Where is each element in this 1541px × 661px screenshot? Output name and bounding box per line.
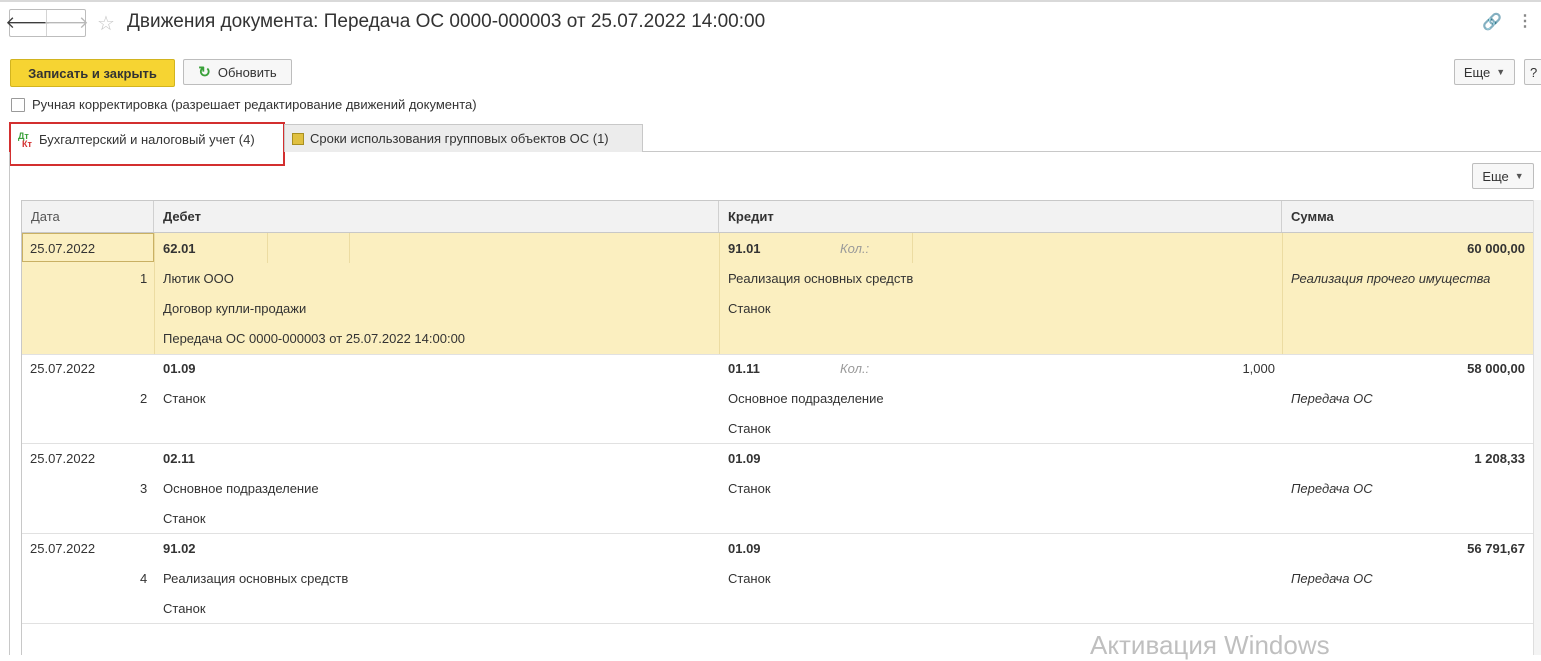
credit-subconto: Реализация основных средств [728,271,914,286]
credit-qty-label: Кол.: [840,241,870,256]
debit-account: 62.01 [163,241,196,256]
vertical-scrollbar[interactable] [1533,200,1541,655]
column-divider [154,233,155,354]
column-header-credit[interactable]: Кредит [719,201,1282,232]
help-button[interactable]: ? [1524,59,1541,85]
more-label: Еще [1463,64,1491,80]
date-cell: 25.07.2022 [30,541,96,556]
window-top-border [0,0,1541,2]
table-more-label: Еще [1482,168,1509,184]
row-number: 4 [140,571,148,586]
content-text: Передача ОС [1291,571,1373,586]
credit-account: 01.09 [728,451,761,466]
debit-account: 01.09 [163,361,196,376]
debit-subconto: Реализация основных средств [163,571,349,586]
credit-subconto: Станок [728,421,771,436]
debit-subconto: Станок [163,511,206,526]
credit-subconto: Станок [728,571,771,586]
column-header-date[interactable]: Дата [22,201,154,232]
panel-border [9,152,10,655]
column-header-debit[interactable]: Дебет [154,201,719,232]
link-icon[interactable]: 🔗 [1482,12,1502,32]
subcell-divider [267,233,268,263]
sum-value: 60 000,00 [1467,241,1525,256]
table-row[interactable]: 25.07.2022 4 91.02 Реализация основных с… [22,534,1533,624]
content-text: Передача ОС [1291,391,1373,406]
credit-subconto: Основное подразделение [728,391,884,406]
credit-subconto: Станок [728,301,771,316]
chevron-down-icon: ▼ [1496,67,1506,77]
debit-subconto: Лютик ООО [163,271,234,286]
column-header-sum[interactable]: Сумма [1282,201,1533,232]
debit-subconto: Передача ОС 0000-000003 от 25.07.2022 14… [163,331,466,346]
back-button[interactable]: 🡐 [5,10,51,36]
sum-value: 56 791,67 [1467,541,1525,556]
manual-edit-label[interactable]: Ручная корректировка (разрешает редактир… [32,97,477,112]
tab-accounting-label: Бухгалтерский и налоговый учет (4) [39,132,255,147]
tab-group-fixed-assets-label: Сроки использования групповых объектов О… [310,131,609,146]
window-title: Движения документа: Передача ОС 0000-000… [127,11,766,32]
content-text: Передача ОС [1291,481,1373,496]
refresh-button[interactable]: ↻ Обновить [183,59,292,85]
more-menu-button[interactable]: Еще ▼ [1454,59,1515,85]
table-row[interactable]: 25.07.2022 3 02.11 Основное подразделени… [22,444,1533,534]
content-text: Реализация прочего имущества [1291,271,1491,286]
credit-qty-value: 1,000 [1242,361,1275,376]
row-number: 2 [140,391,148,406]
credit-subconto: Станок [728,481,771,496]
chevron-down-icon: ▼ [1514,171,1524,181]
tab-accounting[interactable]: Дт Кт Бухгалтерский и налоговый учет (4) [9,122,285,166]
credit-account: 91.01 [728,241,761,256]
more-vertical-icon[interactable]: ⋮ [1517,11,1533,31]
table-header: Дата Дебет Кредит Сумма [22,201,1533,233]
date-cell: 25.07.2022 [30,451,96,466]
sum-value: 58 000,00 [1467,361,1525,376]
navigation-buttons: 🡐 🡒 [5,9,89,37]
forward-button[interactable]: 🡒 [43,10,89,36]
date-cell: 25.07.2022 [30,361,96,376]
refresh-label: Обновить [217,64,277,80]
debit-subconto: Договор купли-продажи [163,301,307,316]
debit-account: 91.02 [163,541,196,556]
table-row[interactable]: 25.07.2022 2 01.09 Станок 01.11 Кол.: 1,… [22,354,1533,444]
favorite-star-icon[interactable]: ☆ [97,11,115,36]
column-divider [719,233,720,354]
subcell-divider [349,233,350,263]
sum-value: 1 208,33 [1474,451,1525,466]
debit-account: 02.11 [163,451,195,466]
subcell-divider [912,233,913,263]
credit-qty-label: Кол.: [840,361,870,376]
tab-group-fixed-assets[interactable]: Сроки использования групповых объектов О… [284,124,643,152]
row-number: 3 [140,481,148,496]
windows-activation-watermark: Активация Windows [1090,630,1330,660]
manual-edit-checkbox[interactable] [11,98,25,112]
debit-subconto: Станок [163,391,206,406]
date-cell: 25.07.2022 [30,241,96,256]
table-more-button[interactable]: Еще ▼ [1472,163,1534,189]
refresh-icon: ↻ [198,64,211,81]
arrow-right-icon: 🡒 [43,13,89,32]
register-icon [292,133,304,145]
save-and-close-button[interactable]: Записать и закрыть [10,59,175,87]
postings-table: Дата Дебет Кредит Сумма 25.07.2022 1 62.… [21,200,1534,655]
dt-kt-icon: Дт Кт [18,131,32,149]
table-row[interactable]: 25.07.2022 1 62.01 Лютик ООО Договор куп… [22,233,1533,355]
debit-subconto: Основное подразделение [163,481,319,496]
debit-subconto: Станок [163,601,206,616]
credit-account: 01.11 [728,361,760,376]
row-number: 1 [140,271,148,286]
credit-account: 01.09 [728,541,761,556]
